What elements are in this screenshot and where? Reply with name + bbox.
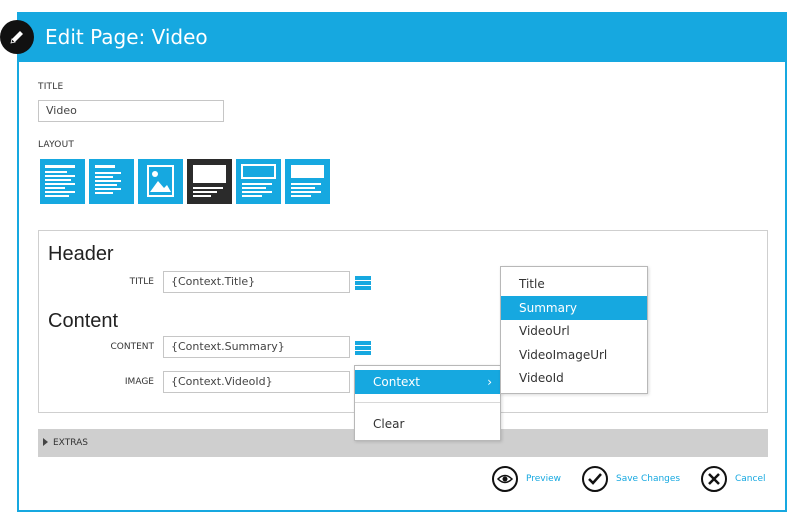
context-submenu: Title Summary VideoUrl VideoImageUrl Vid… bbox=[500, 266, 648, 394]
submenu-item-summary[interactable]: Summary bbox=[501, 296, 647, 320]
page-title-input[interactable]: Video bbox=[38, 100, 224, 122]
submenu-item-videourl[interactable]: VideoUrl bbox=[501, 319, 647, 343]
cancel-label: Cancel bbox=[735, 474, 766, 484]
content-field-input[interactable]: {Context.Summary} bbox=[163, 336, 350, 358]
content-binding-button[interactable] bbox=[355, 340, 371, 356]
submenu-item-title[interactable]: Title bbox=[501, 272, 647, 296]
header-title-input[interactable]: {Context.Title} bbox=[163, 271, 350, 293]
menu-item-context[interactable]: Context › bbox=[355, 370, 500, 394]
layout-option-image[interactable] bbox=[138, 159, 183, 204]
binding-context-menu: Context › Clear bbox=[354, 365, 501, 441]
layout-label: LAYOUT bbox=[38, 140, 75, 150]
image-field-label: IMAGE bbox=[124, 377, 154, 387]
header-title-binding-button[interactable] bbox=[355, 275, 371, 291]
save-changes-label: Save Changes bbox=[616, 474, 681, 484]
text-layout-icon bbox=[95, 165, 121, 194]
close-icon bbox=[701, 466, 727, 492]
binding-menu-icon bbox=[355, 341, 371, 355]
submenu-item-videoimageurl[interactable]: VideoImageUrl bbox=[501, 343, 647, 367]
submenu-item-videoid[interactable]: VideoId bbox=[501, 366, 647, 390]
content-section-heading: Content bbox=[48, 310, 119, 332]
menu-item-context-label: Context bbox=[373, 375, 421, 389]
video-layout-icon bbox=[193, 165, 226, 197]
eye-icon bbox=[492, 466, 518, 492]
preview-button[interactable]: Preview bbox=[492, 464, 561, 494]
text-layout-icon bbox=[45, 165, 75, 197]
binding-menu-icon bbox=[355, 276, 371, 290]
layout-option-text-2[interactable] bbox=[89, 159, 134, 204]
layout-option-video[interactable] bbox=[187, 159, 232, 204]
header-layout-icon bbox=[241, 164, 276, 197]
dialog-title: Edit Page: Video bbox=[45, 25, 208, 49]
layout-option-header-2[interactable] bbox=[285, 159, 330, 204]
checkmark-icon bbox=[582, 466, 608, 492]
edit-icon bbox=[0, 20, 34, 54]
menu-divider bbox=[355, 402, 500, 403]
dialog-title-bar: Edit Page: Video bbox=[19, 14, 785, 62]
menu-item-clear[interactable]: Clear bbox=[355, 412, 500, 436]
save-changes-button[interactable]: Save Changes bbox=[582, 464, 680, 494]
submenu-arrow-icon: › bbox=[487, 375, 492, 389]
header-layout-icon bbox=[291, 165, 324, 197]
image-field-input[interactable]: {Context.VideoId} bbox=[163, 371, 350, 393]
page-title-label: TITLE bbox=[38, 82, 64, 92]
image-layout-icon bbox=[147, 165, 174, 197]
header-title-label: TITLE bbox=[129, 277, 154, 287]
expand-arrow-icon bbox=[43, 438, 48, 446]
preview-label: Preview bbox=[526, 474, 562, 484]
layout-option-text-1[interactable] bbox=[40, 159, 85, 204]
header-section-heading: Header bbox=[48, 243, 114, 265]
layout-option-header-1[interactable] bbox=[236, 159, 281, 204]
content-field-label: CONTENT bbox=[110, 342, 154, 352]
cancel-button[interactable]: Cancel bbox=[701, 464, 766, 494]
extras-label: EXTRAS bbox=[53, 438, 88, 448]
